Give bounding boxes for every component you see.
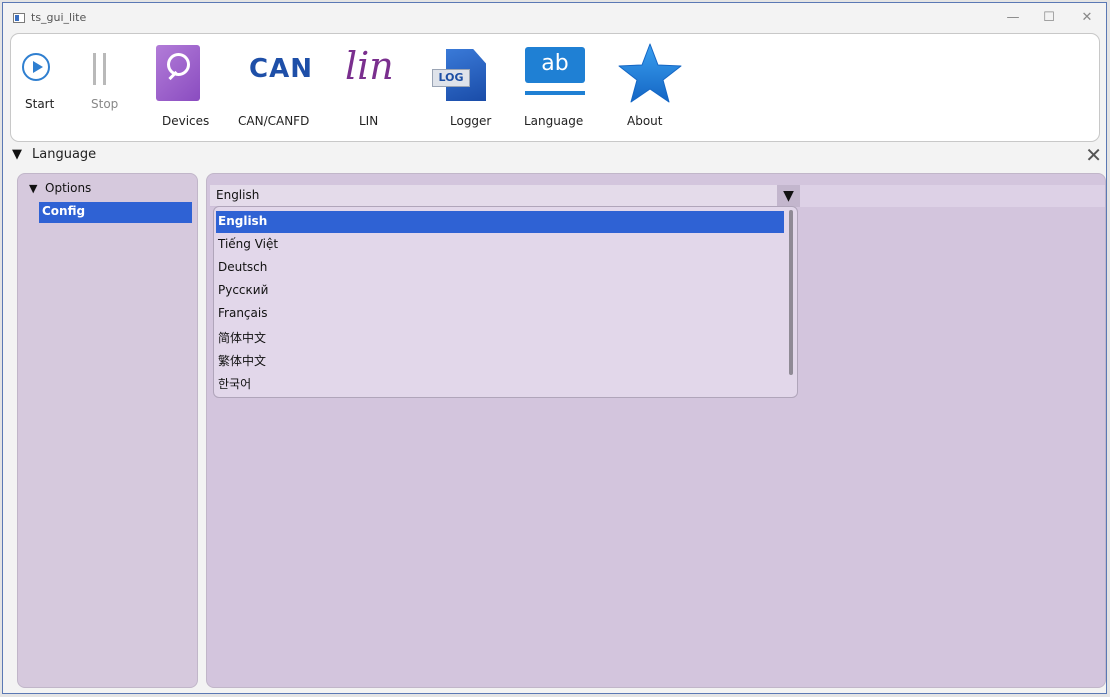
combo-value: English — [216, 188, 260, 202]
dock-title: Language — [32, 147, 97, 162]
language-option[interactable]: Deutsch — [216, 257, 784, 279]
option-label: Français — [218, 306, 268, 320]
lin-button[interactable]: LIN — [359, 114, 378, 128]
close-window-button[interactable]: ✕ — [1072, 8, 1102, 28]
language-option[interactable]: Français — [216, 303, 784, 325]
collapse-arrow-icon[interactable]: ▼ — [12, 147, 22, 162]
option-label: Русский — [218, 283, 269, 297]
option-label: Deutsch — [218, 260, 268, 274]
devices-button[interactable]: Devices — [162, 114, 209, 128]
close-dock-button[interactable]: ✕ — [1085, 143, 1102, 167]
tree-item-config[interactable]: Config — [39, 202, 192, 223]
option-label: English — [218, 214, 268, 228]
app-icon — [13, 13, 25, 23]
language-combo[interactable]: English ▼ — [210, 185, 800, 207]
tree-item-label: Config — [42, 204, 86, 218]
can-icon[interactable]: CAN — [249, 54, 313, 84]
can-canfd-button[interactable]: CAN/CANFD — [238, 114, 309, 128]
language-dropdown-list[interactable]: English Tiếng Việt Deutsch Русский Franç… — [213, 206, 798, 398]
main-toolbar: Start Stop Devices CAN CAN/CANFD lin LIN… — [10, 33, 1100, 142]
language-option[interactable]: 한국어 — [216, 372, 784, 394]
option-label: 繁体中文 — [218, 354, 267, 368]
start-button[interactable]: Start — [11, 34, 71, 134]
maximize-button[interactable]: ☐ — [1034, 8, 1064, 28]
stop-button[interactable]: Stop — [71, 34, 131, 134]
stop-label: Stop — [91, 97, 119, 111]
expand-arrow-icon[interactable]: ▼ — [29, 182, 37, 195]
pause-icon — [90, 53, 110, 85]
option-label: 简体中文 — [218, 331, 267, 345]
dropdown-scrollbar[interactable] — [789, 210, 793, 375]
search-icon[interactable] — [156, 45, 200, 101]
title-bar: ts_gui_lite — ☐ ✕ — [3, 3, 1106, 33]
about-button[interactable]: About — [627, 114, 662, 128]
language-option[interactable]: Tiếng Việt — [216, 234, 784, 256]
combo-highlight-strip — [800, 185, 1105, 207]
language-button[interactable]: Language — [524, 114, 583, 128]
ab-underline — [525, 91, 585, 95]
log-tag: LOG — [432, 69, 470, 87]
window-title: ts_gui_lite — [31, 11, 87, 24]
ab-box: ab — [525, 47, 585, 83]
tree-group-options[interactable]: Options — [45, 181, 91, 195]
star-icon[interactable] — [617, 42, 683, 104]
options-tree-panel: ▼ Options Config — [17, 173, 198, 688]
option-label: 한국어 — [218, 377, 252, 391]
play-circle-icon — [22, 53, 50, 81]
start-label: Start — [25, 97, 55, 111]
language-option[interactable]: Русский — [216, 280, 784, 302]
config-panel: English ▼ English Tiếng Việt Deutsch Рус… — [206, 173, 1106, 688]
option-label: Tiếng Việt — [218, 237, 279, 251]
language-option[interactable]: English — [216, 211, 784, 233]
language-option[interactable]: 繁体中文 — [216, 349, 784, 371]
logger-button[interactable]: Logger — [450, 114, 491, 128]
lin-icon[interactable]: lin — [345, 44, 394, 88]
language-ab-icon[interactable]: ab — [525, 47, 585, 99]
minimize-button[interactable]: — — [998, 8, 1028, 28]
log-file-icon[interactable]: LOG — [432, 49, 492, 103]
language-option[interactable]: 简体中文 — [216, 326, 784, 348]
dock-header: ▼ Language ✕ — [7, 143, 1105, 168]
dropdown-arrow-icon[interactable]: ▼ — [777, 185, 800, 207]
